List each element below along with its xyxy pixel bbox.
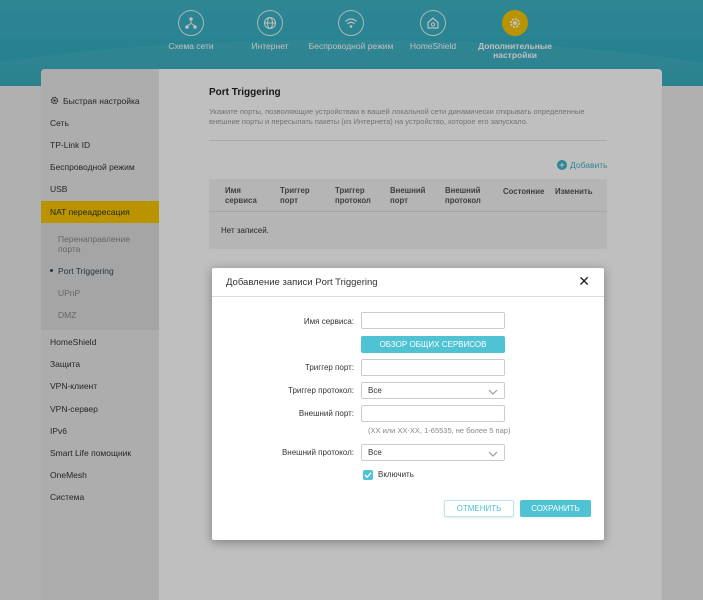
select-value: Все bbox=[368, 386, 382, 395]
trigger-protocol-label: Триггер протокол: bbox=[288, 386, 354, 395]
browse-services-button[interactable]: ОБЗОР ОБЩИХ СЕРВИСОВ bbox=[361, 336, 505, 353]
external-port-hint: (XX или XX-XX, 1-65535, не более 5 пар) bbox=[368, 426, 511, 435]
dialog-title: Добавление записи Port Triggering bbox=[226, 277, 378, 288]
external-protocol-select[interactable]: Все bbox=[361, 444, 505, 461]
close-icon[interactable]: ✕ bbox=[578, 273, 590, 290]
enable-checkbox[interactable] bbox=[363, 470, 373, 480]
dialog-header: Добавление записи Port Triggering ✕ bbox=[212, 268, 604, 297]
external-port-label: Внешний порт: bbox=[298, 409, 354, 418]
chevron-down-icon bbox=[488, 386, 498, 401]
trigger-port-input[interactable] bbox=[361, 359, 505, 376]
external-port-input[interactable] bbox=[361, 405, 505, 422]
save-button[interactable]: СОХРАНИТЬ bbox=[520, 500, 591, 517]
service-name-label: Имя сервиса: bbox=[303, 317, 354, 326]
trigger-port-label: Триггер порт: bbox=[304, 363, 354, 372]
trigger-protocol-select[interactable]: Все bbox=[361, 382, 505, 399]
enable-label: Включить bbox=[378, 470, 414, 479]
checkmark-icon bbox=[364, 472, 372, 479]
chevron-down-icon bbox=[488, 448, 498, 463]
cancel-button[interactable]: ОТМЕНИТЬ bbox=[444, 500, 514, 517]
external-protocol-label: Внешний протокол: bbox=[281, 448, 354, 457]
select-value: Все bbox=[368, 448, 382, 457]
add-rule-dialog: Добавление записи Port Triggering ✕ Имя … bbox=[212, 268, 604, 540]
service-name-input[interactable] bbox=[361, 312, 505, 329]
